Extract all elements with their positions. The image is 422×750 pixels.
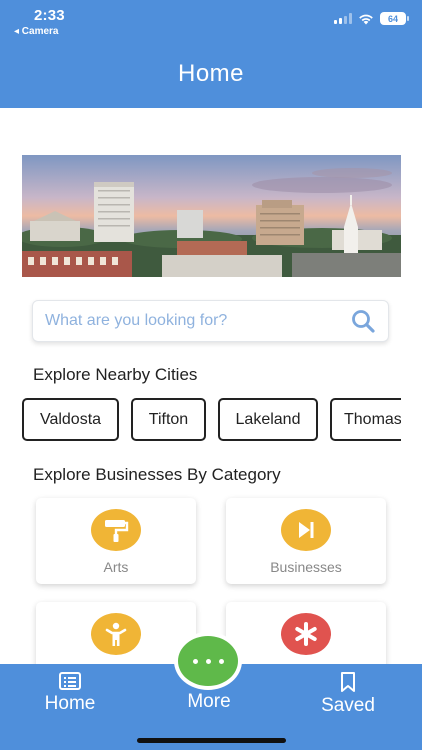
search-icon[interactable] [350, 308, 376, 334]
asterisk-icon [281, 613, 331, 655]
dot-icon [218, 658, 224, 664]
dot-icon [192, 658, 198, 664]
tab-more[interactable]: More [159, 688, 259, 713]
city-chip-valdosta[interactable]: Valdosta [22, 398, 119, 441]
categories-heading: Explore Businesses By Category [33, 465, 281, 484]
city-chip-tifton[interactable]: Tifton [131, 398, 206, 441]
category-label: Arts [103, 559, 129, 575]
city-chip-thomasville[interactable]: Thomasville [330, 398, 401, 441]
app-header: 2:33 ◂ Camera 64 Home [0, 0, 422, 108]
play-skip-icon [281, 509, 331, 551]
tab-more-label: More [187, 691, 231, 712]
person-icon [91, 613, 141, 655]
category-card-arts[interactable]: Arts [36, 498, 196, 584]
tab-saved-label: Saved [321, 695, 375, 716]
page-title: Home [177, 60, 245, 87]
nearby-cities-heading: Explore Nearby Cities [33, 365, 198, 384]
bookmark-icon [341, 672, 355, 692]
wifi-icon [359, 14, 373, 24]
back-to-app-link[interactable]: ◂ Camera [14, 26, 59, 37]
tab-saved[interactable]: Saved [298, 672, 398, 717]
more-button[interactable] [174, 632, 242, 690]
city-chip-lakeland[interactable]: Lakeland [218, 398, 318, 441]
battery-icon: 64 [380, 12, 409, 25]
cellular-signal-icon [334, 13, 352, 24]
paint-roller-icon [91, 509, 141, 551]
category-card-businesses[interactable]: Businesses [226, 498, 386, 584]
search-bar[interactable] [32, 300, 389, 342]
search-input[interactable] [45, 312, 350, 330]
nearby-cities-list[interactable]: Valdosta Tifton Lakeland Thomasville [22, 398, 401, 442]
tab-home-label: Home [44, 693, 96, 714]
home-indicator [137, 738, 286, 743]
tab-home[interactable]: Home [20, 672, 120, 715]
status-time: 2:33 [34, 7, 65, 24]
category-label: Businesses [270, 559, 342, 575]
city-skyline-image [22, 155, 401, 277]
list-icon [59, 672, 81, 690]
status-icons: 64 [334, 12, 409, 25]
dot-icon [205, 658, 211, 664]
